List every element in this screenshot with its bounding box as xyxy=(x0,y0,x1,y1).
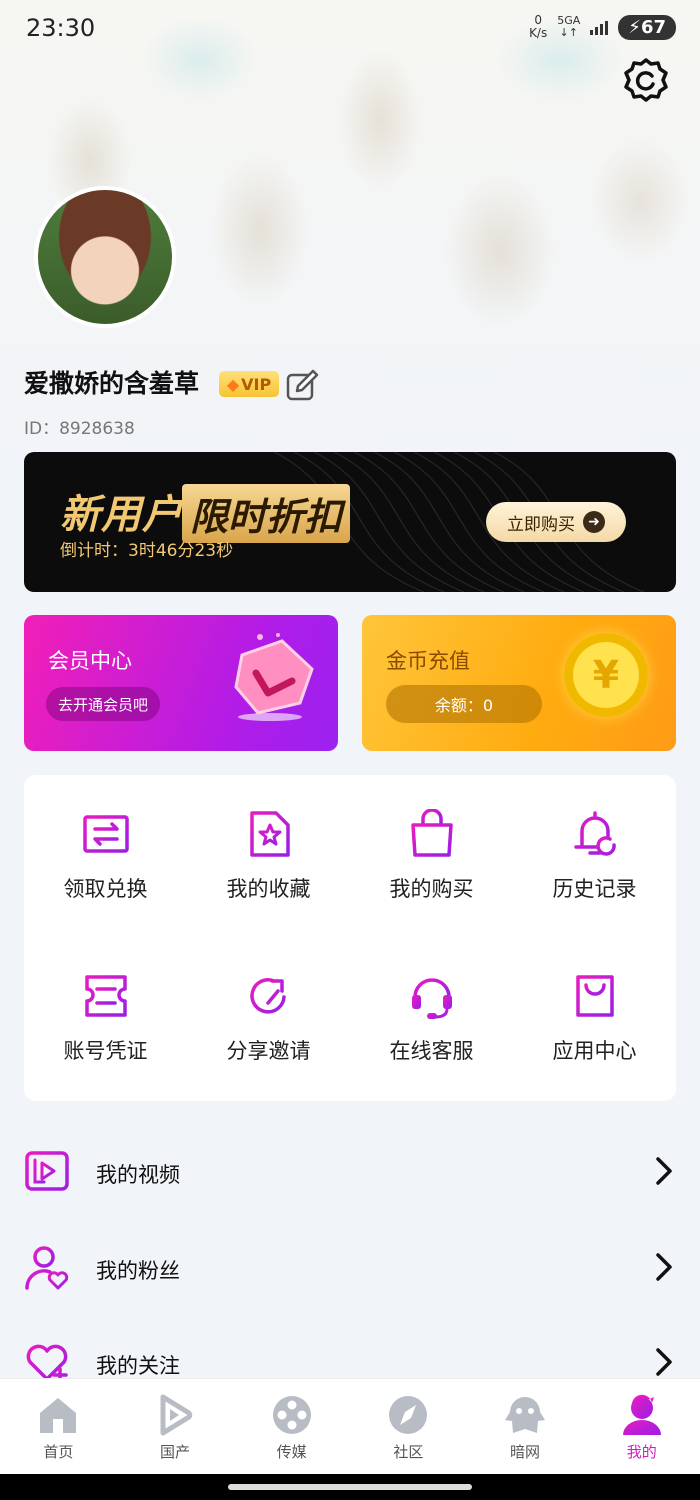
history-bell-icon xyxy=(573,811,616,856)
tab-label: 暗网 xyxy=(510,1443,541,1461)
tab-media[interactable]: 传媒 xyxy=(233,1379,350,1474)
list-label: 我的粉丝 xyxy=(96,1259,180,1283)
home-gesture-handle[interactable] xyxy=(228,1484,472,1490)
tab-community[interactable]: 社区 xyxy=(350,1379,467,1474)
grid-item-history[interactable]: 历史记录 xyxy=(513,809,676,919)
tab-domestic[interactable]: 国产 xyxy=(117,1379,234,1474)
list-label: 我的视频 xyxy=(96,1163,180,1187)
membership-center-title: 会员中心 xyxy=(48,649,132,673)
tab-darknet[interactable]: 暗网 xyxy=(467,1379,584,1474)
tab-mine[interactable]: 我的 xyxy=(583,1379,700,1474)
chevron-right-icon xyxy=(656,1157,672,1185)
grid-item-exchange[interactable]: 领取兑换 xyxy=(24,809,187,919)
grid-label: 领取兑换 xyxy=(63,877,148,901)
tab-label: 国产 xyxy=(160,1443,191,1461)
chevron-right-icon xyxy=(656,1253,672,1281)
coin-recharge-title: 金币充值 xyxy=(386,649,470,673)
grid-label: 在线客服 xyxy=(389,1039,474,1063)
home-icon xyxy=(40,1398,77,1433)
grid-label: 我的购买 xyxy=(389,877,474,901)
banner-countdown: 倒计时：3时46分23秒 xyxy=(60,541,234,561)
avatar[interactable] xyxy=(34,186,176,328)
arrow-right-icon: ➜ xyxy=(583,511,605,533)
tab-label: 首页 xyxy=(43,1443,74,1461)
membership-center-card[interactable]: 会员中心 去开通会员吧 xyxy=(24,615,338,751)
settings-icon[interactable] xyxy=(622,56,670,104)
list-item-my-videos[interactable]: 我的视频 xyxy=(0,1126,700,1216)
grid-label: 我的收藏 xyxy=(226,877,311,901)
grid-label: 分享邀请 xyxy=(226,1039,311,1063)
shopping-bag-icon xyxy=(410,809,453,857)
buy-now-button[interactable]: 立即购买 ➜ xyxy=(486,502,626,542)
film-reel-icon xyxy=(272,1396,311,1434)
battery-indicator: ⚡67 xyxy=(618,14,676,40)
compass-icon xyxy=(389,1396,428,1434)
diamond-icon: ◆ xyxy=(226,374,240,394)
username: 爱撒娇的含羞草 xyxy=(24,369,200,398)
bottom-tab-bar: 首页 国产 传媒 社区 暗网 我的 xyxy=(0,1378,700,1474)
favorite-star-icon xyxy=(249,811,290,857)
chevron-right-icon xyxy=(656,1348,672,1376)
coin-balance: 余额：0 xyxy=(386,685,542,723)
edit-profile-icon[interactable] xyxy=(285,367,321,403)
tab-label: 传媒 xyxy=(276,1443,307,1461)
play-icon xyxy=(160,1394,193,1436)
charging-icon: ⚡ xyxy=(628,16,641,38)
coin-recharge-card[interactable]: 金币充值 余额：0 ¥ xyxy=(362,615,676,751)
buy-now-label: 立即购买 xyxy=(507,514,575,535)
promo-banner[interactable]: 新用户 限时折扣 倒计时：3时46分23秒 立即购买 ➜ xyxy=(24,452,676,592)
ghost-icon xyxy=(505,1397,546,1433)
banner-title-new-user: 新用户 xyxy=(60,492,183,538)
video-icon xyxy=(25,1151,69,1191)
banner-title-discount: 限时折扣 xyxy=(182,484,351,543)
data-arrows-icon: ↓↑ xyxy=(559,26,578,39)
grid-label: 应用中心 xyxy=(552,1039,637,1063)
user-id: ID：8928638 xyxy=(24,419,135,439)
status-indicators: 0 K/s 5GA ↓↑ ⚡67 xyxy=(529,14,676,40)
grid-item-online-service[interactable]: 在线客服 xyxy=(350,971,513,1081)
grid-item-favorites[interactable]: 我的收藏 xyxy=(187,809,350,919)
grid-label: 账号凭证 xyxy=(63,1039,148,1063)
headset-icon xyxy=(411,978,452,1019)
exchange-icon xyxy=(82,815,129,853)
status-time: 23:30 xyxy=(26,14,96,42)
grid-item-share-invite[interactable]: 分享邀请 xyxy=(187,971,350,1081)
ticket-icon xyxy=(84,975,127,1017)
vip-badge: ◆ VIP xyxy=(219,371,279,397)
tab-label: 社区 xyxy=(393,1443,424,1461)
yuan-coin-icon: ¥ xyxy=(564,633,648,717)
battery-level: 67 xyxy=(640,16,666,38)
open-membership-button[interactable]: 去开通会员吧 xyxy=(46,687,161,721)
tab-label: 我的 xyxy=(626,1443,657,1461)
network-speed-unit: K/s xyxy=(529,26,548,40)
vip-gem-icon xyxy=(234,633,314,721)
grid-label: 历史记录 xyxy=(552,877,637,901)
yuan-coin-symbol: ¥ xyxy=(592,653,620,697)
signal-icon xyxy=(590,19,609,35)
fans-icon xyxy=(25,1246,69,1290)
list-label: 我的关注 xyxy=(96,1354,180,1378)
network-speed: 0 K/s xyxy=(529,14,547,40)
app-bag-icon xyxy=(575,975,614,1017)
network-type: 5GA ↓↑ xyxy=(557,15,580,39)
vip-badge-label: VIP xyxy=(241,374,272,394)
grid-item-account-credential[interactable]: 账号凭证 xyxy=(24,971,187,1081)
grid-item-app-center[interactable]: 应用中心 xyxy=(513,971,676,1081)
share-icon xyxy=(249,978,286,1014)
list-item-my-fans[interactable]: 我的粉丝 xyxy=(0,1222,700,1312)
grid-item-purchases[interactable]: 我的购买 xyxy=(350,809,513,919)
tab-home[interactable]: 首页 xyxy=(0,1379,117,1474)
profile-icon xyxy=(622,1394,661,1435)
feature-grid: 领取兑换 我的收藏 我的购买 历史记录 账号凭证 分享邀请 在线客服 应用中心 xyxy=(24,775,676,1101)
